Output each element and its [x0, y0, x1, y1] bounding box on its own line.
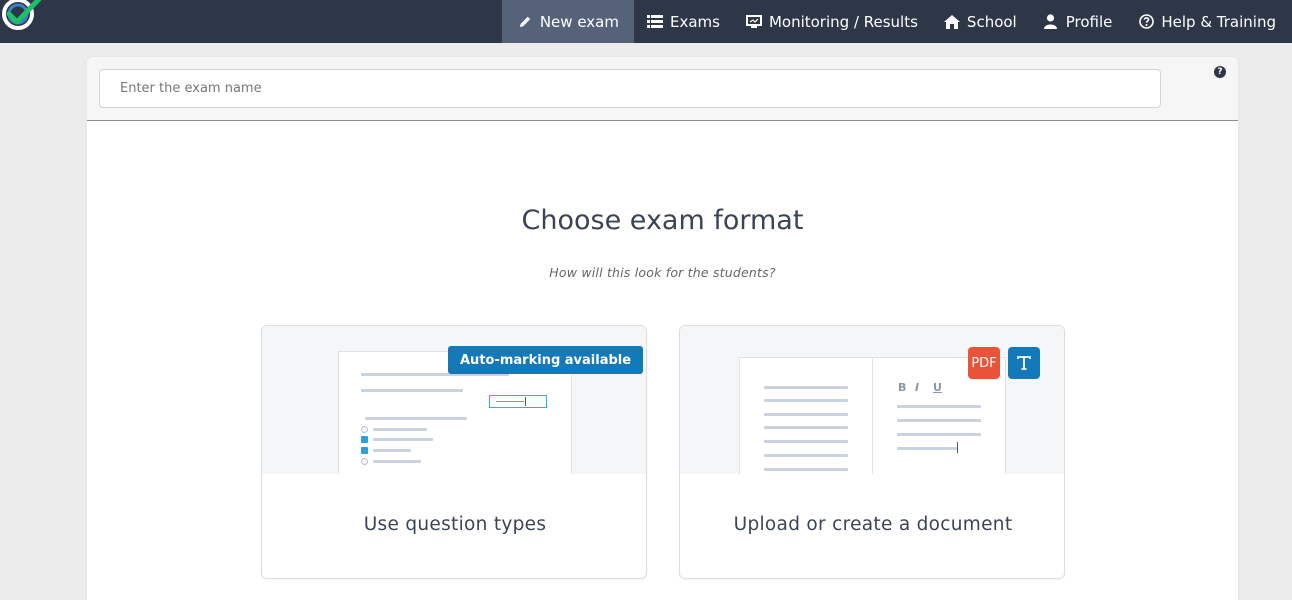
auto-marking-badge: Auto-marking available: [448, 346, 644, 374]
nav-new-exam[interactable]: New exam: [501, 0, 634, 43]
home-icon: [943, 14, 960, 30]
italic-format-label: I: [915, 381, 920, 394]
question-circle-icon: [1138, 14, 1154, 30]
text-editor-icon: [1008, 347, 1040, 379]
nav-profile-label: Profile: [1065, 12, 1113, 31]
top-navbar: New exam Exams Monitoring / Results Scho…: [0, 0, 1292, 43]
list-icon: [646, 14, 663, 30]
question-types-preview: Auto-marking available: [262, 326, 646, 474]
text-answer-field-illustration: [489, 395, 547, 408]
option-upload-document-label: Upload or create a document: [733, 514, 1013, 535]
new-exam-card: ? Choose exam format How will this look …: [87, 57, 1238, 600]
underline-format-label: U: [933, 381, 942, 394]
nav-new-exam-label: New exam: [539, 12, 619, 31]
nav-help-training-label: Help & Training: [1161, 12, 1276, 31]
nav-help-training[interactable]: Help & Training: [1125, 0, 1292, 43]
user-icon: [1043, 14, 1059, 30]
pencil-icon: [517, 14, 533, 30]
document-preview: B I U PDF: [680, 326, 1064, 474]
nav-monitoring-results-label: Monitoring / Results: [768, 12, 918, 31]
exam-name-input[interactable]: [99, 69, 1161, 108]
option-question-types-label: Use question types: [363, 514, 547, 535]
exam-name-header: ?: [87, 57, 1238, 121]
nav-school[interactable]: School: [931, 0, 1030, 43]
bold-format-label: B: [898, 381, 907, 394]
nav-exams-label: Exams: [669, 12, 720, 31]
question-circle-icon[interactable]: ?: [1214, 66, 1226, 78]
pdf-icon: PDF: [968, 347, 1000, 379]
page-subtitle: How will this look for the students?: [549, 265, 776, 280]
main-nav: New exam Exams Monitoring / Results Scho…: [501, 0, 1292, 43]
nav-profile[interactable]: Profile: [1030, 0, 1126, 43]
nav-school-label: School: [966, 12, 1017, 31]
app-logo[interactable]: [0, 0, 44, 34]
option-question-types[interactable]: Auto-marking available Use question type…: [261, 325, 647, 579]
monitor-icon: [745, 14, 762, 30]
nav-exams[interactable]: Exams: [634, 0, 733, 43]
nav-monitoring-results[interactable]: Monitoring / Results: [733, 0, 931, 43]
document-page-illustration: [739, 357, 874, 474]
page-title: Choose exam format: [521, 205, 804, 236]
option-upload-document[interactable]: B I U PDF Upload or create a document: [679, 325, 1065, 579]
